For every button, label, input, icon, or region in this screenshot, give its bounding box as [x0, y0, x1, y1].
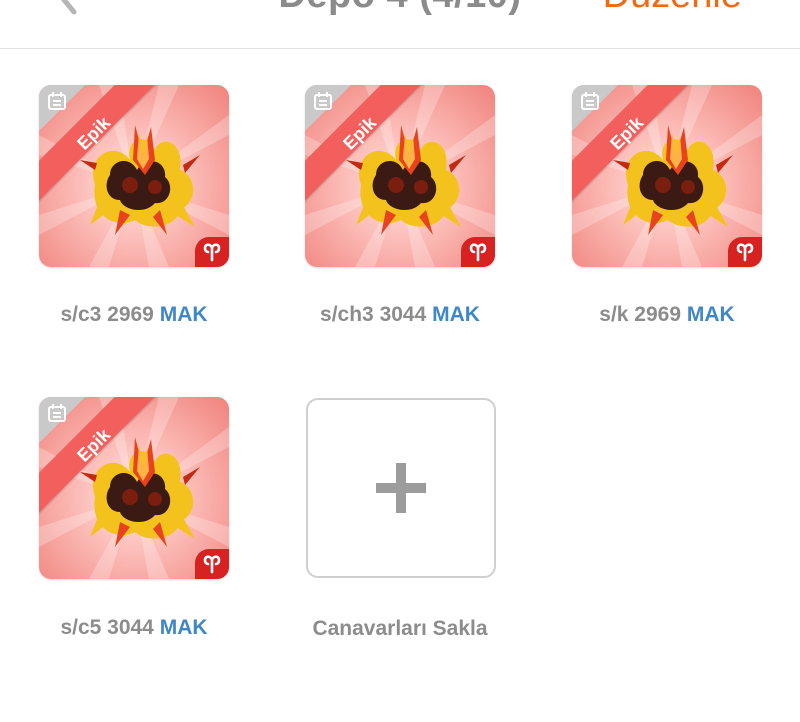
aries-icon: [728, 237, 762, 267]
monster-image: [613, 125, 733, 235]
monster-name: s/c5 3044: [60, 616, 154, 639]
plus-icon: [376, 463, 426, 513]
monster-label: s/c3 2969 MAK: [14, 303, 254, 327]
monster-tag: MAK: [686, 303, 735, 326]
monster-tag: MAK: [432, 303, 480, 326]
monster-name: s/c3 2969: [60, 303, 154, 326]
aries-icon: [195, 549, 229, 579]
monster-name: s/ch3 3044: [320, 303, 427, 326]
monster-card[interactable]: Epik: [39, 397, 229, 579]
navigation-bar: Depo 4 (4/10) Düzenle: [0, 0, 800, 49]
monster-label: s/k 2969 MAK: [547, 303, 787, 327]
monster-card[interactable]: Epik: [572, 85, 762, 267]
edit-button[interactable]: Düzenle: [603, 0, 742, 17]
monster-tag: MAK: [159, 303, 208, 326]
monster-name: s/k 2969: [599, 303, 682, 326]
add-monster-slot[interactable]: [306, 398, 496, 578]
calendar-icon: [581, 92, 599, 110]
monster-card[interactable]: Epik: [39, 85, 229, 267]
monster-label: s/c5 3044 MAK: [14, 616, 254, 640]
calendar-icon: [48, 92, 66, 110]
monster-image: [346, 125, 466, 235]
monster-label: s/ch3 3044 MAK: [280, 303, 520, 327]
calendar-icon: [314, 92, 332, 110]
monster-image: [80, 437, 200, 547]
aries-icon: [195, 237, 229, 267]
monster-card[interactable]: Epik: [305, 85, 495, 267]
monster-tag: MAK: [159, 616, 208, 639]
aries-icon: [461, 237, 495, 267]
hide-monsters-label: Canavarları Sakla: [312, 617, 488, 640]
calendar-icon: [48, 404, 66, 422]
monster-image: [80, 125, 200, 235]
